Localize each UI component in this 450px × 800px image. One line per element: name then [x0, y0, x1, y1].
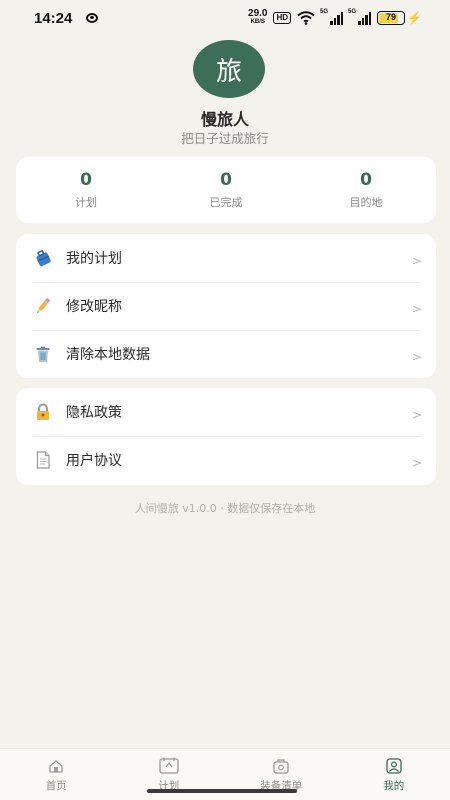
- gear-list-icon: [270, 757, 292, 775]
- stat-destinations[interactable]: 0 目的地: [296, 157, 436, 223]
- stat-label: 计划: [75, 196, 97, 209]
- wifi-icon: [297, 11, 315, 25]
- plan-icon: [158, 757, 180, 775]
- charging-icon: ⚡: [407, 11, 422, 25]
- menu-item-privacy-policy[interactable]: 隐私政策 >: [16, 388, 436, 436]
- pencil-icon: [32, 295, 54, 317]
- stat-value: 0: [360, 170, 372, 190]
- stat-value: 0: [220, 170, 232, 190]
- menu-item-edit-nickname[interactable]: 修改昵称 >: [16, 282, 436, 330]
- home-icon: [45, 757, 67, 775]
- stat-value: 0: [80, 170, 92, 190]
- avatar-char: 旅: [215, 56, 242, 87]
- signal-icon-2: 5G: [348, 9, 372, 25]
- chevron-right-icon: >: [412, 408, 423, 422]
- chevron-right-icon: >: [412, 350, 423, 364]
- profile-icon: [383, 757, 405, 775]
- chevron-right-icon: >: [412, 254, 423, 268]
- document-icon: [32, 449, 54, 471]
- home-indicator[interactable]: [147, 789, 297, 793]
- signal-label-1: 5G: [320, 9, 329, 15]
- tab-profile[interactable]: 我的: [338, 749, 450, 800]
- status-bar: 14:24 29.0 KB/S HD 5G 5G 79 ⚡: [0, 0, 450, 36]
- chevron-right-icon: >: [412, 456, 423, 470]
- tab-label: 首页: [45, 780, 67, 792]
- stat-label: 目的地: [349, 196, 383, 209]
- stat-completed[interactable]: 0 已完成: [156, 157, 296, 223]
- menu-item-label: 清除本地数据: [66, 347, 150, 363]
- motto: 把日子过成旅行: [181, 131, 269, 146]
- nickname: 慢旅人: [200, 110, 249, 129]
- hd-icon: HD: [273, 12, 292, 24]
- signal-icon-1: 5G: [320, 9, 344, 25]
- menu-item-label: 我的计划: [66, 251, 122, 267]
- battery-percent: 79: [386, 12, 397, 22]
- tab-label: 我的: [383, 780, 405, 792]
- stat-plans[interactable]: 0 计划: [16, 157, 156, 223]
- network-speed-unit: KB/S: [250, 19, 265, 25]
- menu-item-label: 用户协议: [66, 453, 122, 469]
- chevron-right-icon: >: [412, 302, 423, 316]
- network-speed: 29.0 KB/S: [248, 8, 268, 26]
- menu-item-my-plans[interactable]: 我的计划 >: [16, 234, 436, 282]
- tab-home[interactable]: 首页: [0, 749, 113, 800]
- lock-icon: [32, 401, 54, 423]
- notification-icon: [86, 13, 99, 23]
- network-speed-value: 29.0: [248, 8, 268, 19]
- status-time: 14:24: [34, 9, 73, 27]
- menu-group-legal: 隐私政策 > 用户协议 >: [16, 388, 436, 485]
- version-text: 人间慢旅 v1.0.0 · 数据仅保存在本地: [134, 502, 316, 515]
- trash-icon: [32, 343, 54, 365]
- menu-item-clear-data[interactable]: 清除本地数据 >: [16, 330, 436, 378]
- signal-label-2: 5G: [348, 9, 357, 15]
- suitcase-icon: [32, 247, 54, 269]
- menu-group-main: 我的计划 > 修改昵称 > 清除本地数据 >: [16, 234, 436, 378]
- stat-label: 已完成: [209, 196, 243, 209]
- stats-card: 0 计划 0 已完成 0 目的地: [16, 157, 436, 223]
- menu-item-label: 修改昵称: [66, 299, 122, 315]
- menu-item-user-agreement[interactable]: 用户协议 >: [16, 436, 436, 484]
- menu-item-label: 隐私政策: [66, 405, 122, 421]
- avatar[interactable]: 旅: [193, 40, 265, 98]
- battery-icon: 79 ⚡: [377, 11, 422, 25]
